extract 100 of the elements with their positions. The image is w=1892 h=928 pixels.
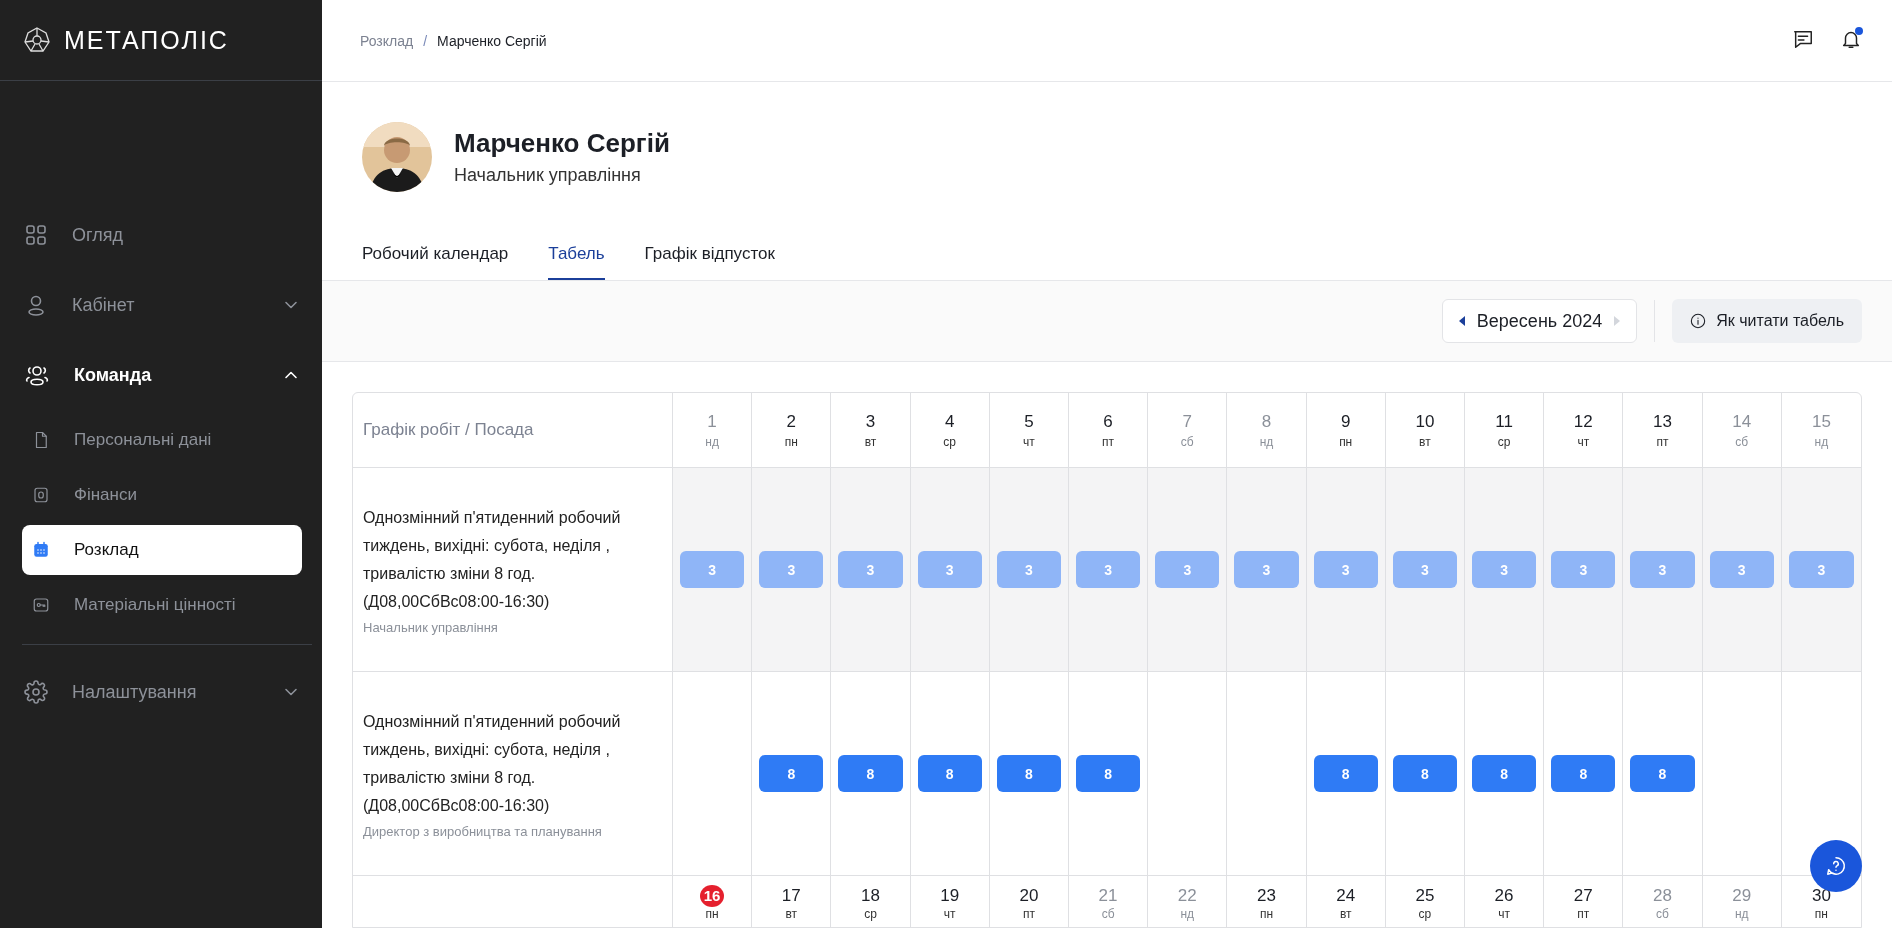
day-number: 22 bbox=[1176, 885, 1198, 907]
hours-chip[interactable]: 8 bbox=[1630, 755, 1695, 792]
weekday-label: пт bbox=[1656, 435, 1669, 449]
weekday-label: пн bbox=[1339, 435, 1353, 449]
hours-chip[interactable]: 3 bbox=[1472, 551, 1537, 588]
breadcrumb-current: Марченко Сергій bbox=[437, 32, 547, 49]
sidebar-item[interactable]: Налаштування bbox=[0, 657, 322, 727]
day-number: 7 bbox=[1181, 411, 1193, 433]
hours-chip[interactable]: 3 bbox=[1155, 551, 1220, 588]
hours-chip[interactable]: 3 bbox=[1392, 551, 1457, 588]
weekday-label: сб bbox=[1656, 907, 1669, 921]
position-text: Начальник управління bbox=[363, 620, 499, 635]
info-icon bbox=[1690, 313, 1707, 329]
wallet-icon bbox=[32, 486, 50, 504]
day-number: 20 bbox=[1018, 885, 1040, 907]
calendar-icon bbox=[32, 541, 50, 559]
weekday-label: сб bbox=[1735, 435, 1749, 449]
hours-chip[interactable]: 3 bbox=[917, 551, 982, 588]
day-number: 26 bbox=[1493, 885, 1515, 907]
hours-chip[interactable]: 8 bbox=[838, 755, 903, 792]
day-number: 4 bbox=[943, 411, 956, 433]
tab[interactable]: Робочий календар bbox=[362, 234, 509, 280]
day-number: 25 bbox=[1414, 885, 1436, 907]
day-number: 14 bbox=[1731, 411, 1753, 433]
weekday-label: чт bbox=[1498, 907, 1510, 921]
sidebar-subitem[interactable]: Фінанси bbox=[22, 470, 302, 520]
weekday-label: сб bbox=[1180, 435, 1194, 449]
weekday-label: ср bbox=[1418, 907, 1432, 921]
schedule-text: Однозмінний п'ятиденний робочий тиждень, вихідні: субота, неділя , тривалістю зміни 8 год. (Д08,00СбВс08:00-16:30) bbox=[363, 508, 622, 612]
day-number: 19 bbox=[939, 885, 961, 907]
grid-icon bbox=[24, 223, 48, 247]
hours-chip[interactable]: 8 bbox=[1076, 755, 1141, 792]
day-number: 8 bbox=[1260, 411, 1273, 433]
weekday-label: нд bbox=[705, 435, 719, 449]
users-icon bbox=[24, 363, 50, 387]
hours-chip[interactable]: 8 bbox=[1472, 755, 1537, 792]
hours-chip[interactable]: 3 bbox=[1709, 551, 1774, 588]
weekday-label: нд bbox=[1180, 907, 1195, 921]
hours-chip[interactable]: 8 bbox=[1551, 755, 1616, 792]
hours-chip[interactable]: 3 bbox=[996, 551, 1061, 588]
weekday-label: нд bbox=[1734, 907, 1749, 921]
hours-chip[interactable]: 3 bbox=[1551, 551, 1616, 588]
day-number: 5 bbox=[1023, 411, 1035, 433]
gear-icon bbox=[24, 680, 48, 704]
weekday-label: вт bbox=[1419, 435, 1431, 449]
weekday-label: нд bbox=[1259, 435, 1274, 449]
day-number: 16 bbox=[700, 885, 725, 907]
day-number: 27 bbox=[1572, 885, 1594, 907]
profile-name: Марченко Сергій bbox=[454, 128, 670, 159]
weekday-label: пт bbox=[1577, 907, 1590, 921]
logo-text: МЕТАПОЛІС bbox=[64, 25, 229, 55]
weekday-label: пт bbox=[1102, 435, 1115, 449]
sidebar-item[interactable]: Команда bbox=[0, 340, 322, 410]
hours-chip[interactable]: 3 bbox=[838, 551, 903, 588]
day-number: 29 bbox=[1731, 885, 1753, 907]
day-number: 24 bbox=[1335, 885, 1357, 907]
hours-chip[interactable]: 3 bbox=[1076, 551, 1141, 588]
sidebar-subitem[interactable]: Персональні дані bbox=[22, 415, 302, 465]
hours-chip[interactable]: 3 bbox=[1234, 551, 1299, 588]
logo-icon bbox=[22, 25, 52, 55]
breadcrumb-link[interactable]: Розклад bbox=[360, 32, 414, 49]
weekday-label: вт bbox=[864, 435, 877, 449]
day-number: 17 bbox=[780, 885, 802, 907]
day-number: 30 bbox=[1810, 885, 1832, 907]
help-button[interactable]: Як читати табель bbox=[1672, 299, 1862, 343]
day-number: 13 bbox=[1652, 411, 1673, 433]
day-number: 2 bbox=[785, 411, 797, 433]
hours-chip[interactable]: 3 bbox=[1788, 551, 1854, 588]
weekday-label: чт bbox=[1577, 435, 1590, 449]
weekday-label: сб bbox=[1101, 907, 1115, 921]
hours-chip[interactable]: 8 bbox=[917, 755, 982, 792]
hours-chip[interactable]: 8 bbox=[1392, 755, 1457, 792]
sidebar-item[interactable]: Огляд bbox=[0, 200, 322, 270]
weekday-label: чт bbox=[1023, 435, 1035, 449]
weekday-label: чт bbox=[943, 907, 956, 921]
month-label: Вересень 2024 bbox=[1476, 310, 1603, 332]
hours-chip[interactable]: 8 bbox=[996, 755, 1061, 792]
sidebar-subitem[interactable]: Розклад bbox=[22, 525, 302, 575]
hours-chip[interactable]: 3 bbox=[759, 551, 824, 588]
weekday-label: пн bbox=[1814, 907, 1828, 921]
weekday-label: пн bbox=[1259, 907, 1274, 921]
hours-chip[interactable]: 8 bbox=[759, 755, 824, 792]
tab[interactable]: Графік відпусток bbox=[644, 234, 775, 280]
weekday-label: ср bbox=[943, 435, 957, 449]
weekday-label: ср bbox=[1497, 435, 1511, 449]
day-number: 18 bbox=[860, 885, 881, 907]
key-icon bbox=[32, 596, 50, 614]
hours-chip[interactable]: 3 bbox=[1630, 551, 1695, 588]
day-number: 12 bbox=[1572, 411, 1594, 433]
weekday-label: нд bbox=[1814, 435, 1829, 449]
day-number: 9 bbox=[1339, 411, 1352, 433]
column-header: Графік робіт / Посада bbox=[363, 420, 534, 440]
hours-chip[interactable]: 8 bbox=[1313, 755, 1378, 792]
sidebar-subitem[interactable]: Матеріальні цінності bbox=[22, 580, 302, 630]
weekday-label: ср bbox=[864, 907, 877, 921]
weekday-label: вт bbox=[1339, 907, 1352, 921]
sidebar-item[interactable]: Кабінет bbox=[0, 270, 322, 340]
hours-chip[interactable]: 3 bbox=[680, 551, 745, 588]
hours-chip[interactable]: 3 bbox=[1313, 551, 1378, 588]
help-icon bbox=[1825, 855, 1847, 877]
